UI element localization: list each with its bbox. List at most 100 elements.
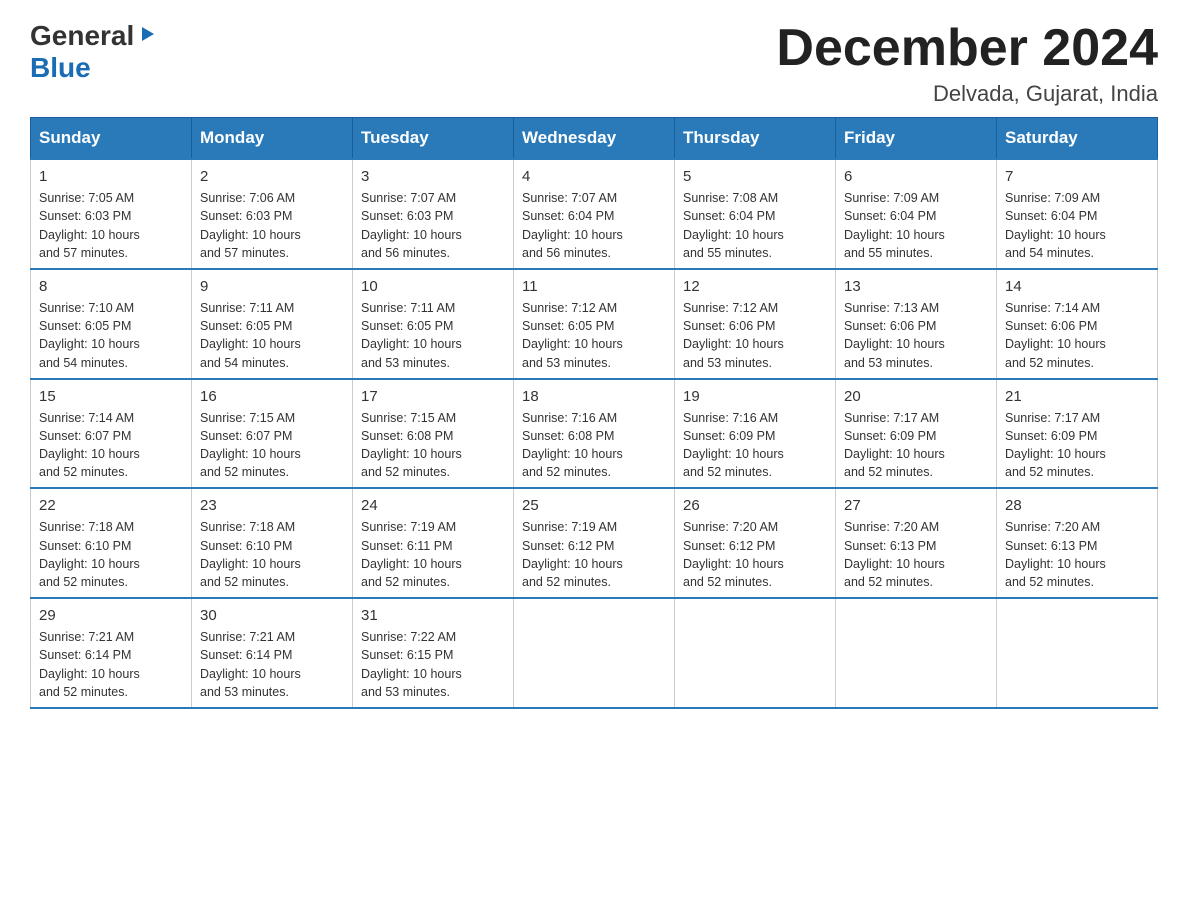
day-info: Sunrise: 7:19 AMSunset: 6:11 PMDaylight:… [361,520,462,589]
month-title: December 2024 [776,20,1158,77]
day-info: Sunrise: 7:05 AMSunset: 6:03 PMDaylight:… [39,191,140,260]
day-number: 25 [522,495,666,516]
day-info: Sunrise: 7:14 AMSunset: 6:07 PMDaylight:… [39,411,140,480]
table-row: 18 Sunrise: 7:16 AMSunset: 6:08 PMDaylig… [514,379,675,489]
day-number: 22 [39,495,183,516]
day-number: 8 [39,276,183,297]
table-row: 12 Sunrise: 7:12 AMSunset: 6:06 PMDaylig… [675,269,836,379]
table-row: 27 Sunrise: 7:20 AMSunset: 6:13 PMDaylig… [836,488,997,598]
day-info: Sunrise: 7:10 AMSunset: 6:05 PMDaylight:… [39,301,140,370]
table-row: 2 Sunrise: 7:06 AMSunset: 6:03 PMDayligh… [192,159,353,269]
day-number: 19 [683,386,827,407]
day-info: Sunrise: 7:09 AMSunset: 6:04 PMDaylight:… [1005,191,1106,260]
day-number: 14 [1005,276,1149,297]
day-number: 18 [522,386,666,407]
day-number: 10 [361,276,505,297]
table-row: 26 Sunrise: 7:20 AMSunset: 6:12 PMDaylig… [675,488,836,598]
day-number: 30 [200,605,344,626]
day-number: 27 [844,495,988,516]
day-info: Sunrise: 7:14 AMSunset: 6:06 PMDaylight:… [1005,301,1106,370]
logo-general-text: General [30,20,134,52]
day-info: Sunrise: 7:15 AMSunset: 6:07 PMDaylight:… [200,411,301,480]
table-row: 21 Sunrise: 7:17 AMSunset: 6:09 PMDaylig… [997,379,1158,489]
day-number: 31 [361,605,505,626]
day-number: 7 [1005,166,1149,187]
day-info: Sunrise: 7:18 AMSunset: 6:10 PMDaylight:… [39,520,140,589]
header-wednesday: Wednesday [514,118,675,160]
table-row: 29 Sunrise: 7:21 AMSunset: 6:14 PMDaylig… [31,598,192,708]
header-friday: Friday [836,118,997,160]
day-info: Sunrise: 7:13 AMSunset: 6:06 PMDaylight:… [844,301,945,370]
day-info: Sunrise: 7:16 AMSunset: 6:09 PMDaylight:… [683,411,784,480]
day-number: 3 [361,166,505,187]
header-saturday: Saturday [997,118,1158,160]
day-number: 5 [683,166,827,187]
table-row [836,598,997,708]
logo-arrow-icon [136,23,158,50]
logo: General Blue [30,20,158,84]
table-row: 24 Sunrise: 7:19 AMSunset: 6:11 PMDaylig… [353,488,514,598]
table-row [514,598,675,708]
day-info: Sunrise: 7:12 AMSunset: 6:06 PMDaylight:… [683,301,784,370]
day-info: Sunrise: 7:11 AMSunset: 6:05 PMDaylight:… [200,301,301,370]
table-row: 1 Sunrise: 7:05 AMSunset: 6:03 PMDayligh… [31,159,192,269]
table-row: 31 Sunrise: 7:22 AMSunset: 6:15 PMDaylig… [353,598,514,708]
day-number: 13 [844,276,988,297]
day-number: 20 [844,386,988,407]
day-info: Sunrise: 7:21 AMSunset: 6:14 PMDaylight:… [200,630,301,699]
logo-blue-text: Blue [30,52,91,83]
day-info: Sunrise: 7:21 AMSunset: 6:14 PMDaylight:… [39,630,140,699]
table-row: 25 Sunrise: 7:19 AMSunset: 6:12 PMDaylig… [514,488,675,598]
table-row [675,598,836,708]
table-row: 19 Sunrise: 7:16 AMSunset: 6:09 PMDaylig… [675,379,836,489]
calendar-week-row: 15 Sunrise: 7:14 AMSunset: 6:07 PMDaylig… [31,379,1158,489]
day-info: Sunrise: 7:06 AMSunset: 6:03 PMDaylight:… [200,191,301,260]
title-block: December 2024 Delvada, Gujarat, India [776,20,1158,107]
table-row: 13 Sunrise: 7:13 AMSunset: 6:06 PMDaylig… [836,269,997,379]
day-info: Sunrise: 7:20 AMSunset: 6:12 PMDaylight:… [683,520,784,589]
header-tuesday: Tuesday [353,118,514,160]
day-number: 12 [683,276,827,297]
page-header: General Blue December 2024 Delvada, Guja… [30,20,1158,107]
day-number: 23 [200,495,344,516]
day-info: Sunrise: 7:20 AMSunset: 6:13 PMDaylight:… [1005,520,1106,589]
table-row: 4 Sunrise: 7:07 AMSunset: 6:04 PMDayligh… [514,159,675,269]
day-info: Sunrise: 7:17 AMSunset: 6:09 PMDaylight:… [844,411,945,480]
calendar-table: Sunday Monday Tuesday Wednesday Thursday… [30,117,1158,709]
header-sunday: Sunday [31,118,192,160]
calendar-week-row: 8 Sunrise: 7:10 AMSunset: 6:05 PMDayligh… [31,269,1158,379]
table-row: 9 Sunrise: 7:11 AMSunset: 6:05 PMDayligh… [192,269,353,379]
day-number: 17 [361,386,505,407]
day-info: Sunrise: 7:16 AMSunset: 6:08 PMDaylight:… [522,411,623,480]
table-row: 22 Sunrise: 7:18 AMSunset: 6:10 PMDaylig… [31,488,192,598]
day-info: Sunrise: 7:22 AMSunset: 6:15 PMDaylight:… [361,630,462,699]
day-info: Sunrise: 7:12 AMSunset: 6:05 PMDaylight:… [522,301,623,370]
location-title: Delvada, Gujarat, India [776,81,1158,107]
table-row [997,598,1158,708]
day-info: Sunrise: 7:07 AMSunset: 6:03 PMDaylight:… [361,191,462,260]
day-number: 11 [522,276,666,297]
day-info: Sunrise: 7:20 AMSunset: 6:13 PMDaylight:… [844,520,945,589]
day-number: 6 [844,166,988,187]
day-info: Sunrise: 7:08 AMSunset: 6:04 PMDaylight:… [683,191,784,260]
day-number: 29 [39,605,183,626]
table-row: 20 Sunrise: 7:17 AMSunset: 6:09 PMDaylig… [836,379,997,489]
day-info: Sunrise: 7:15 AMSunset: 6:08 PMDaylight:… [361,411,462,480]
table-row: 14 Sunrise: 7:14 AMSunset: 6:06 PMDaylig… [997,269,1158,379]
day-info: Sunrise: 7:11 AMSunset: 6:05 PMDaylight:… [361,301,462,370]
table-row: 16 Sunrise: 7:15 AMSunset: 6:07 PMDaylig… [192,379,353,489]
table-row: 3 Sunrise: 7:07 AMSunset: 6:03 PMDayligh… [353,159,514,269]
header-thursday: Thursday [675,118,836,160]
calendar-week-row: 22 Sunrise: 7:18 AMSunset: 6:10 PMDaylig… [31,488,1158,598]
day-info: Sunrise: 7:09 AMSunset: 6:04 PMDaylight:… [844,191,945,260]
table-row: 15 Sunrise: 7:14 AMSunset: 6:07 PMDaylig… [31,379,192,489]
calendar-week-row: 1 Sunrise: 7:05 AMSunset: 6:03 PMDayligh… [31,159,1158,269]
table-row: 10 Sunrise: 7:11 AMSunset: 6:05 PMDaylig… [353,269,514,379]
table-row: 6 Sunrise: 7:09 AMSunset: 6:04 PMDayligh… [836,159,997,269]
day-number: 28 [1005,495,1149,516]
day-info: Sunrise: 7:07 AMSunset: 6:04 PMDaylight:… [522,191,623,260]
header-monday: Monday [192,118,353,160]
day-number: 4 [522,166,666,187]
calendar-header-row: Sunday Monday Tuesday Wednesday Thursday… [31,118,1158,160]
table-row: 11 Sunrise: 7:12 AMSunset: 6:05 PMDaylig… [514,269,675,379]
